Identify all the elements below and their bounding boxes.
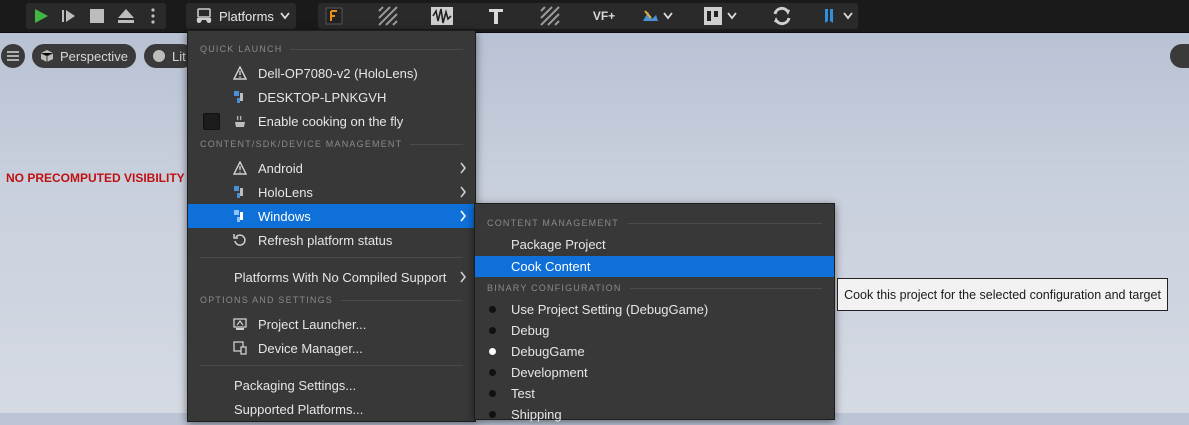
main-toolbar: Platforms VF+ (0, 0, 1189, 33)
hamburger-icon (7, 51, 19, 61)
section-binary-configuration: BINARY CONFIGURATION (487, 281, 822, 295)
menu-item-no-compiled-support[interactable]: Platforms With No Compiled Support (188, 265, 475, 289)
menu-item-label: Supported Platforms... (234, 401, 364, 417)
text-tool-icon[interactable] (484, 3, 508, 29)
menu-item-hololens[interactable]: HoloLens (188, 180, 475, 204)
radio-dot (489, 369, 496, 376)
precomputed-visibility-warning: NO PRECOMPUTED VISIBILITY (6, 171, 185, 185)
menu-item-windows[interactable]: Windows (188, 204, 475, 228)
sync-icon[interactable] (770, 3, 794, 29)
config-option[interactable]: DebugGame (475, 341, 834, 362)
eject-icon[interactable] (114, 3, 138, 29)
platforms-label: Platforms (219, 8, 274, 24)
platforms-menu: QUICK LAUNCH Dell-OP7080-v2 (HoloLens) D… (187, 30, 476, 422)
config-option[interactable]: Test (475, 383, 834, 404)
config-label: Test (511, 386, 535, 401)
menu-item-supported-platforms[interactable]: Supported Platforms... (188, 397, 475, 421)
device-manager-icon (233, 341, 247, 355)
menu-item-cook-on-the-fly[interactable]: Enable cooking on the fly (188, 109, 475, 133)
windows-platform-icon (233, 185, 247, 199)
perspective-label: Perspective (60, 48, 128, 64)
menu-item-label: Package Project (511, 237, 606, 252)
radio-dot (489, 390, 496, 397)
menu-item-label: Packaging Settings... (234, 377, 357, 393)
chevron-right-icon (459, 186, 467, 201)
skip-icon[interactable] (58, 3, 80, 29)
menu-item-label: HoloLens (258, 184, 313, 200)
menu-item-desktop[interactable]: DESKTOP-LPNKGVH (188, 85, 475, 109)
config-label: Shipping (511, 407, 562, 422)
config-label: Development (511, 365, 588, 380)
menu-item-label: Refresh platform status (258, 232, 393, 248)
chevron-down-icon (280, 12, 290, 20)
config-label: DebugGame (511, 344, 585, 359)
menu-item-label: Dell-OP7080-v2 (HoloLens) (258, 65, 418, 81)
menu-item-cook-content[interactable]: Cook Content (475, 256, 834, 277)
config-label: Use Project Setting (DebugGame) (511, 302, 709, 317)
menu-item-refresh-status[interactable]: Refresh platform status (188, 228, 475, 252)
config-option[interactable]: Use Project Setting (DebugGame) (475, 299, 834, 320)
menu-item-android[interactable]: Android (188, 156, 475, 180)
menu-item-label: Windows (258, 208, 311, 224)
section-content-management: CONTENT MANAGEMENT (487, 216, 822, 230)
cube-icon (40, 49, 54, 63)
radio-dot (489, 306, 496, 313)
menu-item-device-manager[interactable]: Device Manager... (188, 336, 475, 360)
menu-divider (200, 257, 463, 258)
perspective-button[interactable]: Perspective (32, 44, 136, 68)
lit-label: Lit (172, 48, 186, 64)
platforms-button[interactable]: Platforms (186, 3, 296, 29)
radio-dot-selected (489, 348, 496, 355)
chevron-right-icon (459, 210, 467, 225)
landscape-mode-icon[interactable] (640, 3, 676, 29)
menu-item-label: Project Launcher... (258, 316, 367, 332)
section-options-settings: OPTIONS AND SETTINGS (200, 293, 463, 307)
windows-submenu: CONTENT MANAGEMENT Package Project Cook … (474, 203, 835, 422)
hatch-icon-2[interactable] (538, 3, 562, 29)
config-option[interactable]: Shipping (475, 404, 834, 425)
viewport-menu-button[interactable] (1, 44, 25, 68)
config-label: Debug (511, 323, 550, 338)
blueprint-icon[interactable] (322, 3, 346, 29)
sphere-icon (152, 49, 166, 63)
section-quick-launch: QUICK LAUNCH (200, 42, 463, 56)
windows-platform-icon (233, 90, 247, 104)
menu-item-packaging-settings[interactable]: Packaging Settings... (188, 373, 475, 397)
hatch-icon[interactable] (376, 3, 400, 29)
cook-content-tooltip: Cook this project for the selected confi… (837, 278, 1168, 311)
menu-item-label: Platforms With No Compiled Support (234, 269, 447, 285)
audio-wave-icon[interactable] (430, 3, 454, 29)
menu-item-dell-hololens[interactable]: Dell-OP7080-v2 (HoloLens) (188, 61, 475, 85)
viewport-options-button[interactable] (1170, 44, 1189, 68)
config-option[interactable]: Debug (475, 320, 834, 341)
menu-item-package-project[interactable]: Package Project (475, 234, 834, 255)
radio-dot (489, 327, 496, 334)
section-content-management: CONTENT/SDK/DEVICE MANAGEMENT (200, 137, 463, 151)
menu-item-label: Cook Content (511, 259, 591, 274)
unreal-plugin-icon[interactable] (820, 3, 860, 29)
cook-icon (233, 114, 247, 128)
chevron-right-icon (459, 162, 467, 177)
warning-icon (232, 160, 248, 175)
refresh-icon (233, 233, 247, 247)
vf-plus-button[interactable]: VF+ (590, 3, 618, 29)
warning-icon (232, 65, 248, 80)
menu-item-label: DESKTOP-LPNKGVH (258, 89, 387, 105)
config-option[interactable]: Development (475, 362, 834, 383)
menu-item-label: Enable cooking on the fly (258, 113, 404, 129)
windows-platform-icon (233, 209, 247, 223)
stop-icon[interactable] (86, 3, 108, 29)
kebab-icon[interactable] (144, 3, 162, 29)
gamepad-icon (195, 8, 213, 24)
play-icon[interactable] (30, 3, 52, 29)
menu-item-label: Android (258, 160, 303, 176)
menu-divider (200, 365, 463, 366)
menu-item-project-launcher[interactable]: Project Launcher... (188, 312, 475, 336)
cook-on-the-fly-checkbox[interactable] (203, 113, 220, 130)
launcher-icon (233, 317, 247, 331)
chevron-right-icon (459, 271, 467, 286)
radio-dot (489, 411, 496, 418)
cinematics-icon[interactable] (700, 3, 740, 29)
menu-item-label: Device Manager... (258, 340, 363, 356)
